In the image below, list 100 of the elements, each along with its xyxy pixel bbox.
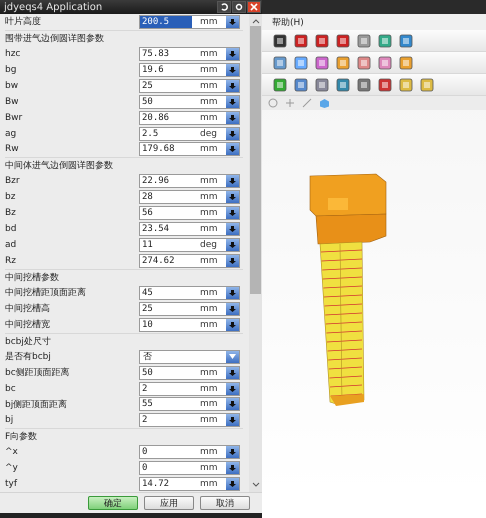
number-field[interactable]: 25 mm <box>139 78 240 93</box>
number-input[interactable]: 200.5 <box>140 16 192 28</box>
number-field[interactable]: 200.5 mm <box>139 14 240 29</box>
arrow-down-button[interactable] <box>226 239 239 252</box>
number-input[interactable]: 2 <box>140 414 192 426</box>
toolbar-icon[interactable] <box>314 54 330 70</box>
number-field[interactable]: 2 mm <box>139 413 240 428</box>
arrow-down-button[interactable] <box>226 96 239 108</box>
number-field[interactable]: 45 mm <box>139 286 240 300</box>
number-input[interactable]: 14.72 <box>140 478 192 490</box>
number-field[interactable]: 19.6 mm <box>139 62 240 77</box>
arrow-down-button[interactable] <box>226 112 239 124</box>
number-input[interactable]: 25 <box>140 302 192 315</box>
arrow-down-button[interactable] <box>226 143 239 156</box>
number-field[interactable]: 50 mm <box>139 366 240 380</box>
toolbar-icon[interactable] <box>356 76 372 92</box>
arrow-down-button[interactable] <box>226 223 239 236</box>
scrollbar[interactable] <box>249 14 262 492</box>
number-input[interactable]: 75.83 <box>140 48 192 60</box>
toolbar-icon[interactable] <box>398 32 414 48</box>
toolbar-icon[interactable] <box>272 76 288 92</box>
number-input[interactable]: 0 <box>140 462 192 474</box>
number-field[interactable]: 23.54 mm <box>139 222 240 236</box>
arrow-down-button[interactable] <box>226 286 239 299</box>
number-input[interactable]: 25 <box>140 80 192 92</box>
arrow-down-button[interactable] <box>226 414 239 426</box>
number-input[interactable]: 56 <box>140 207 192 220</box>
toolbar-icon[interactable] <box>398 76 414 92</box>
toolbar-icon[interactable] <box>377 76 393 92</box>
number-field[interactable]: 28 mm <box>139 190 240 204</box>
arrow-down-button[interactable] <box>226 128 239 140</box>
number-input[interactable]: 55 <box>140 398 192 410</box>
arrow-down-button[interactable] <box>226 462 239 474</box>
arrow-down-button[interactable] <box>226 366 239 379</box>
caret-button[interactable] <box>226 350 239 363</box>
arrow-down-button[interactable] <box>226 446 239 458</box>
arrow-down-button[interactable] <box>226 191 239 204</box>
toolbar-icon[interactable] <box>398 54 414 70</box>
number-field[interactable]: 25 mm <box>139 302 240 316</box>
toolbar-icon[interactable] <box>356 54 372 70</box>
arrow-down-button[interactable] <box>226 318 239 331</box>
number-field[interactable]: 0 mm <box>139 445 240 460</box>
number-input[interactable]: 19.6 <box>140 64 192 76</box>
toolbar-icon[interactable] <box>293 32 309 48</box>
number-field[interactable]: 14.72 mm <box>139 477 240 492</box>
arrow-down-button[interactable] <box>226 302 239 315</box>
arrow-down-button[interactable] <box>226 255 239 268</box>
dialog-button[interactable]: 取消 <box>200 496 250 510</box>
scrollbar-thumb[interactable] <box>250 26 261 294</box>
toolbar-icon[interactable] <box>419 76 435 92</box>
menu-item[interactable]: 帮助(H) <box>272 16 304 28</box>
toolbar-icon[interactable] <box>377 32 393 48</box>
number-field[interactable]: 2 mm <box>139 382 240 396</box>
toolbar-icon[interactable] <box>356 32 372 48</box>
number-input[interactable]: 179.68 <box>140 143 192 156</box>
number-input[interactable]: 20.86 <box>140 112 192 124</box>
number-input[interactable]: 10 <box>140 318 192 331</box>
number-field[interactable]: 11 deg <box>139 238 240 252</box>
number-field[interactable]: 50 mm <box>139 94 240 109</box>
number-input[interactable]: 274.62 <box>140 255 192 268</box>
toolbar-icon[interactable] <box>272 54 288 70</box>
settings-button[interactable] <box>232 1 246 13</box>
number-input[interactable]: 45 <box>140 286 192 299</box>
number-field[interactable]: 22.96 mm <box>139 174 240 188</box>
toolbar-icon[interactable] <box>377 54 393 70</box>
toolbar-icon[interactable] <box>293 54 309 70</box>
arrow-down-button[interactable] <box>226 64 239 76</box>
number-field[interactable]: 56 mm <box>139 206 240 220</box>
toolbar-icon[interactable] <box>335 54 351 70</box>
undo-button[interactable] <box>217 1 231 13</box>
arrow-down-button[interactable] <box>226 398 239 410</box>
number-input[interactable]: 50 <box>140 96 192 108</box>
number-field[interactable]: 55 mm <box>139 397 240 412</box>
number-field[interactable]: 10 mm <box>139 318 240 332</box>
arrow-down-button[interactable] <box>226 80 239 92</box>
toolbar-icon[interactable] <box>314 32 330 48</box>
arrow-down-button[interactable] <box>226 207 239 220</box>
number-field[interactable]: 75.83 mm <box>139 46 240 61</box>
arrow-down-button[interactable] <box>226 382 239 395</box>
number-field[interactable]: 2.5 deg <box>139 126 240 141</box>
toolbar-icon[interactable] <box>272 32 288 48</box>
number-input[interactable]: 2.5 <box>140 128 192 140</box>
number-input[interactable]: 50 <box>140 366 192 379</box>
number-input[interactable]: 23.54 <box>140 223 192 236</box>
arrow-down-button[interactable] <box>226 175 239 188</box>
number-field[interactable]: 20.86 mm <box>139 110 240 125</box>
dialog-button[interactable]: 应用 <box>144 496 194 510</box>
toolbar-icon[interactable] <box>314 76 330 92</box>
number-input[interactable]: 11 <box>140 239 192 252</box>
number-input[interactable]: 2 <box>140 382 192 395</box>
arrow-down-button[interactable] <box>226 478 239 490</box>
number-field[interactable]: 0 mm <box>139 461 240 476</box>
toolbar-icon[interactable] <box>335 32 351 48</box>
dialog-button[interactable]: 确定 <box>88 496 138 510</box>
number-input[interactable]: 22.96 <box>140 175 192 188</box>
number-field[interactable]: 179.68 mm <box>139 142 240 156</box>
toolbar-icon[interactable] <box>335 76 351 92</box>
dropdown[interactable]: 否 <box>139 350 240 364</box>
number-field[interactable]: 274.62 mm <box>139 254 240 268</box>
arrow-down-button[interactable] <box>226 48 239 60</box>
